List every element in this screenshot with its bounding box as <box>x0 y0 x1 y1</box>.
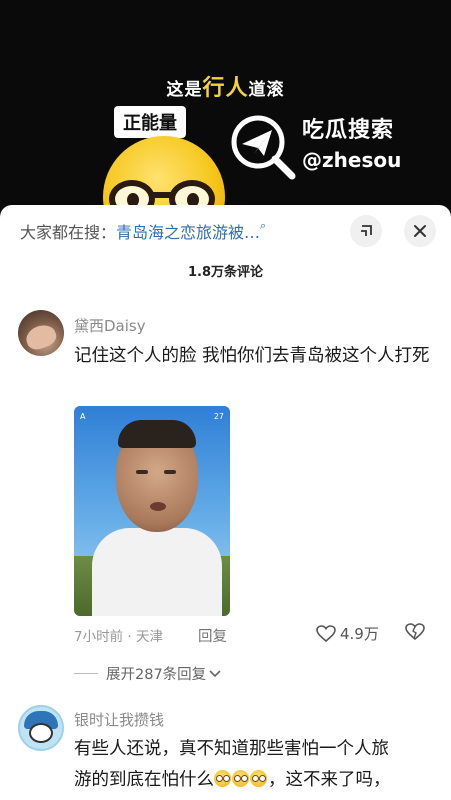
minimize-icon <box>361 225 372 236</box>
paper-plane-magnifier-icon <box>231 115 296 180</box>
close-button[interactable] <box>404 215 436 247</box>
brand-handle: @zhesou <box>302 148 402 172</box>
dizzy-face-emoji-icon <box>232 770 249 787</box>
heart-icon <box>316 624 336 642</box>
brand-name: 吃瓜搜索 <box>302 118 395 143</box>
comment-count: 1.8万条评论 <box>187 265 264 280</box>
trending-search-link[interactable]: 大家都在搜：青岛海之恋旅游被…⌕ <box>20 219 320 243</box>
avatar[interactable] <box>18 310 64 356</box>
dizzy-face-emoji-icon <box>250 770 267 787</box>
comment-username[interactable]: 银时让我攒钱 <box>74 709 164 730</box>
comment-username[interactable]: 黛西Daisy <box>74 315 146 336</box>
right-lens <box>169 180 215 205</box>
reply-button[interactable]: 回复 <box>198 625 227 646</box>
dizzy-face-emoji-icon <box>214 770 231 787</box>
video-subtitle: 这是行人道滚 <box>0 70 451 102</box>
expand-replies-label: 展开287条回复 <box>106 667 207 683</box>
comment-text: 有些人还说，真不知道那些害怕一个人旅 游的到底在怕什么 ，这不来了吗， <box>74 734 434 796</box>
video-player[interactable]: 这是行人道滚 正能量 吃瓜搜索 @zhesou <box>0 0 451 205</box>
image-status-left: A <box>80 412 86 421</box>
comment-text-line: 有些人还说，真不知道那些害怕一个人旅 <box>74 739 389 759</box>
like-count: 4.9万 <box>340 625 379 643</box>
comment-text-part: ，这不来了吗， <box>268 770 391 790</box>
avatar[interactable] <box>18 705 64 751</box>
image-status-right: 27 <box>213 412 224 421</box>
subtitle-text-after: 道滚 <box>248 80 285 100</box>
positive-energy-tag: 正能量 <box>114 106 186 138</box>
comment-text-part: 游的到底在怕什么 <box>74 770 214 790</box>
comment-text-line: 游的到底在怕什么 ，这不来了吗， <box>74 765 434 796</box>
chevron-down-icon <box>209 669 221 677</box>
comment-image[interactable]: A 27 <box>74 406 230 616</box>
search-query[interactable]: 青岛海之恋旅游被… <box>116 223 260 242</box>
comment-panel: 大家都在搜：青岛海之恋旅游被…⌕ 1.8万条评论 黛西Daisy 记住这个人的脸… <box>0 205 451 800</box>
subtitle-text-before: 这是 <box>166 80 203 100</box>
minimize-button[interactable] <box>350 215 382 247</box>
broken-heart-icon <box>405 623 425 641</box>
like-button[interactable]: 4.9万 <box>316 623 379 644</box>
search-prefix: 大家都在搜： <box>20 223 117 242</box>
watermark-brand: 吃瓜搜索 @zhesou <box>228 108 428 188</box>
divider-line <box>74 673 98 674</box>
dislike-button[interactable] <box>404 623 426 645</box>
close-icon <box>414 225 426 237</box>
glasses-emoji-sticker <box>103 136 225 205</box>
expand-replies-button[interactable]: 展开287条回复 <box>74 663 221 684</box>
search-icon: ⌕ <box>260 219 267 232</box>
comment-time-location: 7小时前 · 天津 <box>74 629 163 645</box>
comment-text: 记住这个人的脸 我怕你们去青岛被这个人打死 <box>74 346 430 366</box>
left-lens <box>109 180 155 205</box>
subtitle-highlight: 行人 <box>202 76 249 101</box>
